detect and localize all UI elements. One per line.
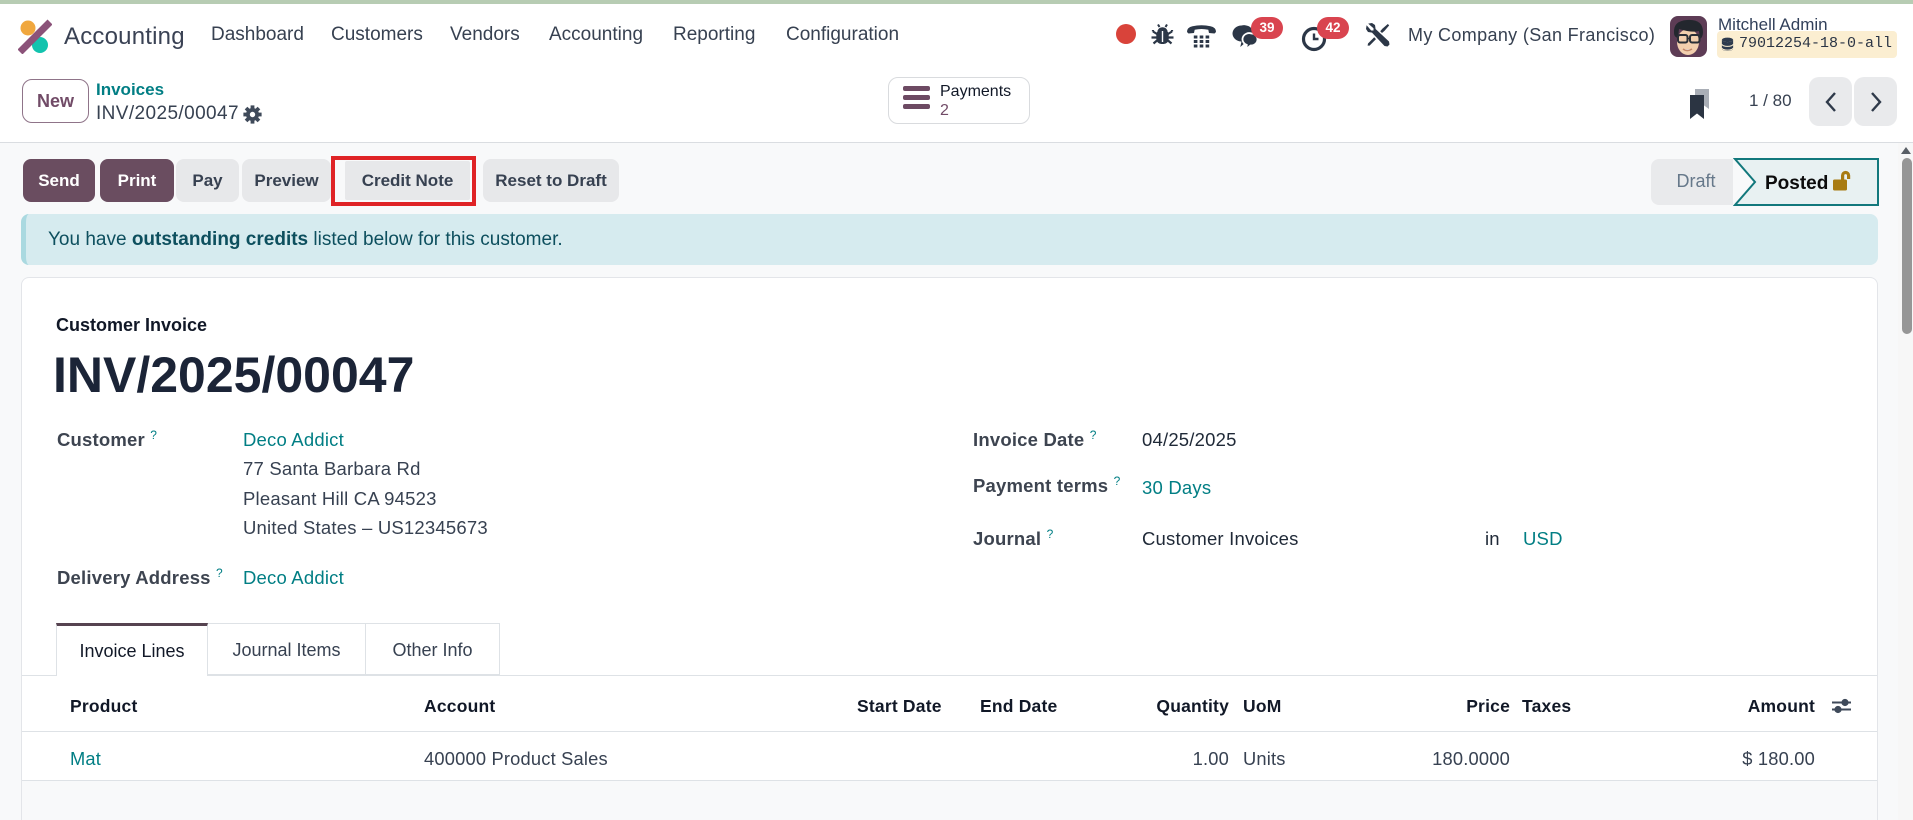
svg-text:Posted: Posted: [1765, 173, 1828, 194]
